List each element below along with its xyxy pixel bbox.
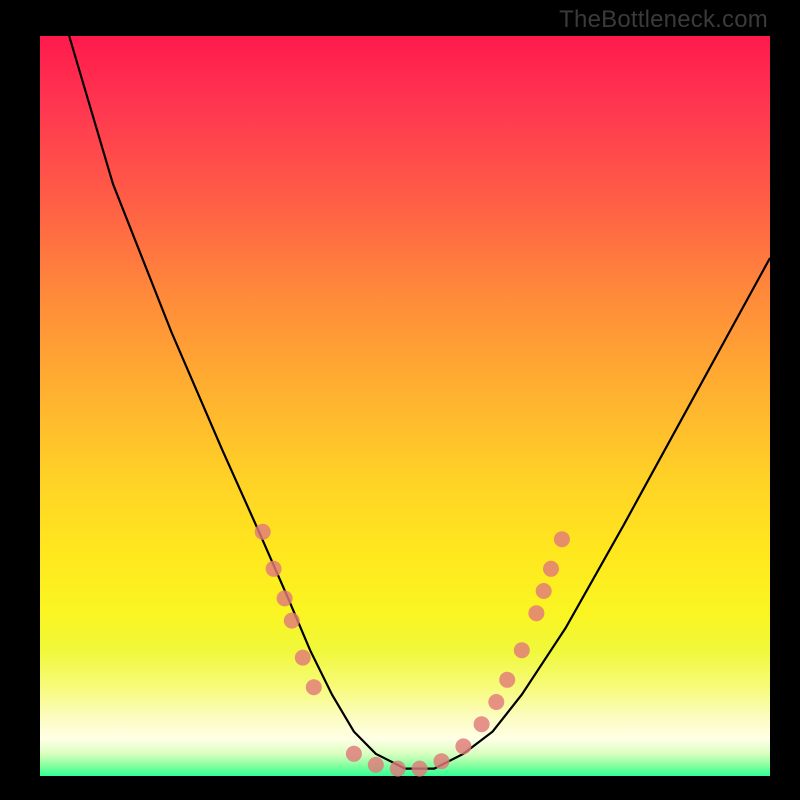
- data-point: [543, 561, 559, 577]
- data-point: [488, 694, 504, 710]
- data-point: [295, 650, 311, 666]
- data-point: [255, 524, 271, 540]
- bottleneck-curve: [69, 36, 770, 769]
- data-point: [554, 531, 570, 547]
- data-point: [346, 746, 362, 762]
- data-markers: [255, 524, 570, 777]
- data-point: [306, 679, 322, 695]
- data-point: [528, 605, 544, 621]
- data-point: [412, 761, 428, 777]
- watermark-text: TheBottleneck.com: [559, 6, 768, 34]
- data-point: [284, 613, 300, 629]
- data-point: [536, 583, 552, 599]
- data-point: [277, 590, 293, 606]
- data-point: [474, 716, 490, 732]
- plot-area: [40, 36, 770, 776]
- data-point: [266, 561, 282, 577]
- data-point: [434, 753, 450, 769]
- data-point: [499, 672, 515, 688]
- chart-svg: [40, 36, 770, 776]
- data-point: [455, 738, 471, 754]
- data-point: [514, 642, 530, 658]
- data-point: [390, 761, 406, 777]
- data-point: [368, 757, 384, 773]
